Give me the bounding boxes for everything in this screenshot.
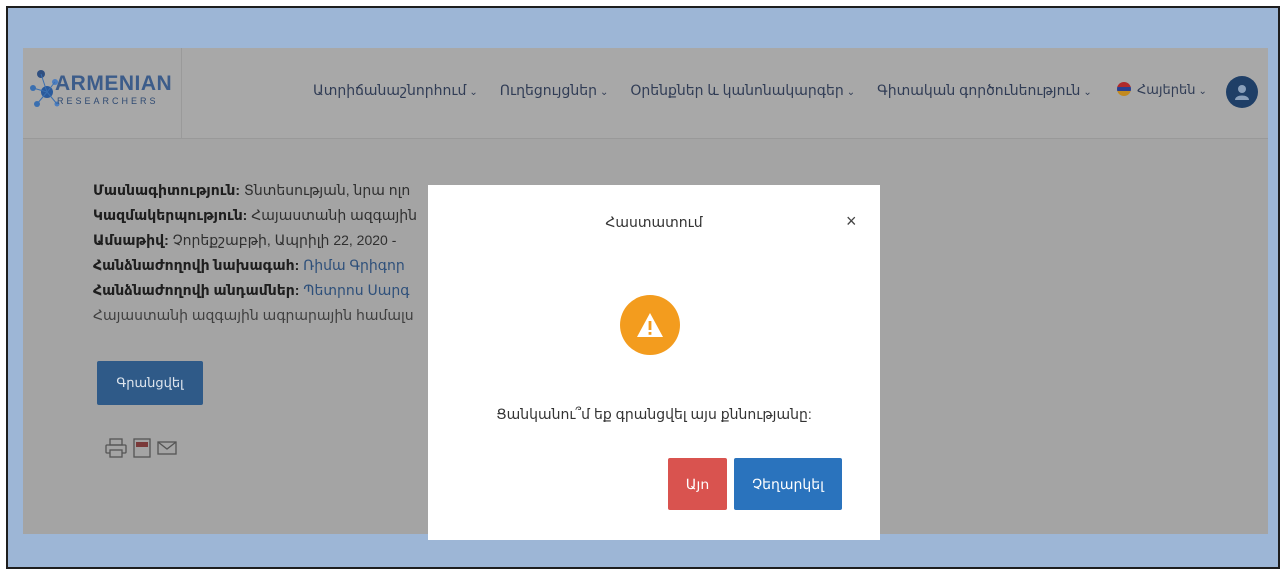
print-icon[interactable] bbox=[105, 438, 127, 458]
confirm-yes-button[interactable]: Այո bbox=[668, 458, 727, 510]
members-row: Հանձնաժողովի անդամներ: Պետրոս Սարգ bbox=[93, 278, 417, 303]
specialty-label: Մասնագիտություն: bbox=[93, 182, 241, 198]
nav-item-laws[interactable]: Օրենքներ և կանոնակարգեր ⌄ bbox=[630, 82, 855, 99]
user-avatar-icon[interactable] bbox=[1226, 76, 1258, 108]
chair-row: Հանձնաժողովի նախագահ: Ռիմա Գրիգոր bbox=[93, 253, 417, 278]
nav-item-guides[interactable]: Ուղեցույցներ ⌄ bbox=[500, 82, 609, 99]
pdf-icon[interactable] bbox=[133, 438, 151, 458]
share-tools bbox=[105, 438, 177, 458]
browser-frame: ARMENIAN RESEARCHERS Ատրիճանաշնորհում ⌄ Ո… bbox=[6, 6, 1280, 569]
chevron-down-icon: ⌄ bbox=[599, 87, 609, 98]
chevron-down-icon: ⌄ bbox=[469, 87, 478, 98]
institution-note: Հայաստանի ազգային ագրարային համալս bbox=[93, 307, 414, 323]
armenian-flag-icon bbox=[1117, 82, 1131, 96]
nav-item-label: Ուղեցույցներ bbox=[499, 82, 597, 98]
warning-icon bbox=[620, 295, 680, 355]
specialty-row: Մասնագիտություն: Տնտեսության, նրա ոլո bbox=[93, 178, 417, 203]
chevron-down-icon: ⌄ bbox=[1198, 86, 1207, 97]
email-icon[interactable] bbox=[157, 438, 177, 458]
members-label: Հանձնաժողովի անդամներ: bbox=[93, 282, 300, 298]
nav-item-scientific-activity[interactable]: Գիտական գործունեություն ⌄ bbox=[877, 82, 1092, 99]
members-link[interactable]: Պետրոս Սարգ bbox=[303, 282, 409, 298]
dialog-title: Հաստատում bbox=[605, 214, 703, 230]
confirm-dialog: Հաստատում × Ցանկանու՞մ եք գրանցվել այս ք… bbox=[428, 185, 880, 540]
chair-link[interactable]: Ռիմա Գրիգոր bbox=[303, 257, 405, 273]
organization-value: Հայաստանի ազգային bbox=[251, 207, 418, 223]
logo[interactable]: ARMENIAN RESEARCHERS bbox=[27, 62, 187, 122]
nav-item-accreditation[interactable]: Ատրիճանաշնորհում ⌄ bbox=[313, 82, 478, 99]
specialty-value: Տնտեսության, նրա ոլո bbox=[243, 182, 411, 198]
language-label: Հայերեն bbox=[1137, 82, 1196, 97]
language-selector[interactable]: Հայերեն ⌄ bbox=[1117, 82, 1207, 98]
cancel-button[interactable]: Չեղարկել bbox=[734, 458, 842, 510]
chevron-down-icon: ⌄ bbox=[846, 87, 856, 98]
register-button[interactable]: Գրանցվել bbox=[97, 361, 203, 405]
organization-label: Կազմակերպություն: bbox=[93, 207, 248, 223]
nav-item-label: Ատրիճանաշնորհում bbox=[313, 82, 467, 98]
exam-details: Մասնագիտություն: Տնտեսության, նրա ոլո Կա… bbox=[93, 178, 417, 328]
close-icon[interactable]: × bbox=[846, 211, 857, 232]
chair-label: Հանձնաժողովի նախագահ: bbox=[93, 257, 300, 273]
nav-item-label: Գիտական գործունեություն bbox=[877, 82, 1081, 98]
dialog-message: Ցանկանու՞մ եք գրանցվել այս քննությանը: bbox=[496, 406, 812, 422]
chevron-down-icon: ⌄ bbox=[1083, 87, 1092, 98]
logo-subtitle: RESEARCHERS bbox=[57, 96, 159, 106]
organization-row: Կազմակերպություն: Հայաստանի ազգային bbox=[93, 203, 417, 228]
nav-item-label: Օրենքներ և կանոնակարգեր bbox=[630, 82, 844, 98]
top-navbar: ARMENIAN RESEARCHERS Ատրիճանաշնորհում ⌄ Ո… bbox=[23, 48, 1268, 139]
logo-title: ARMENIAN bbox=[55, 72, 173, 95]
logo-divider bbox=[181, 48, 182, 138]
main-nav: Ատրիճանաշնորհում ⌄ Ուղեցույցներ ⌄ Օրենքներ… bbox=[313, 82, 1114, 99]
date-row: Ամսաթիվ: Չորեքշաբթի, Ապրիլի 22, 2020 - bbox=[93, 228, 417, 253]
date-label: Ամսաթիվ: bbox=[93, 232, 169, 248]
date-value: Չորեքշաբթի, Ապրիլի 22, 2020 - bbox=[172, 232, 397, 248]
